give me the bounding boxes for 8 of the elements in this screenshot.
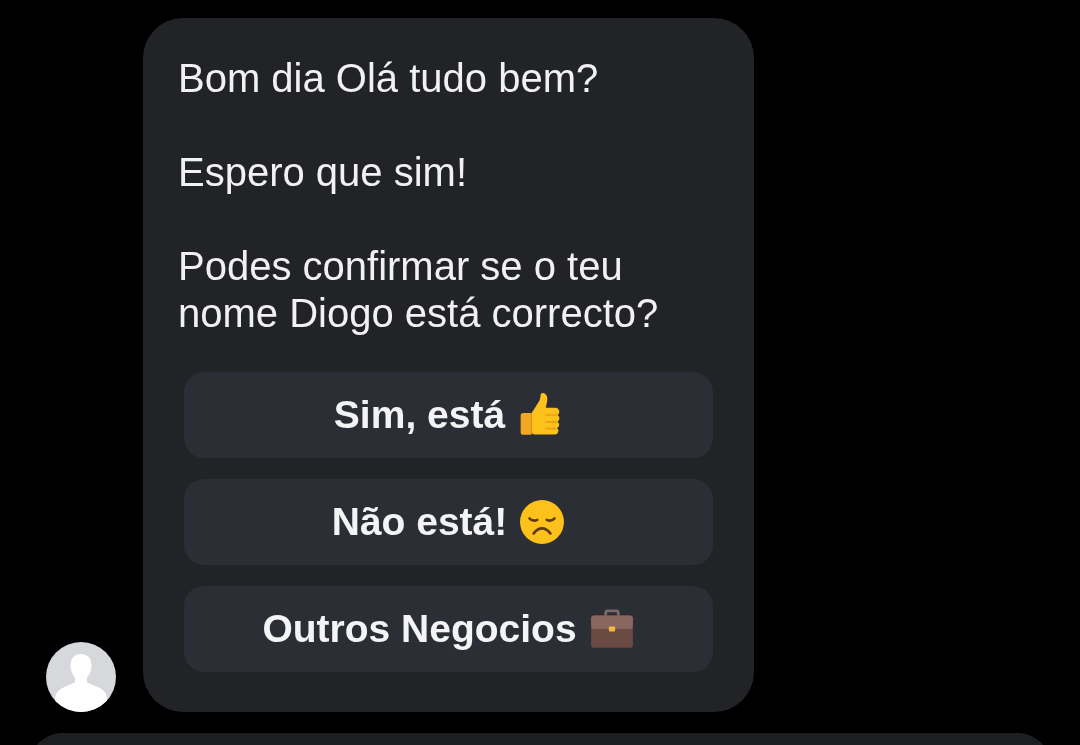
message-text: Espero que sim! [178, 149, 469, 196]
quick-reply-button[interactable]: Não está! [184, 479, 713, 565]
quick-reply-button[interactable]: Outros Negocios [184, 586, 713, 672]
quick-reply-button[interactable]: Sim, está [184, 372, 713, 458]
sad-face-icon [519, 499, 566, 545]
message-text: Podes confirmar se o teu nome Diogo está correcto? [178, 243, 660, 337]
message-text: Bom dia Olá tudo bem? [178, 55, 600, 102]
avatar-silhouette-icon [46, 642, 116, 712]
